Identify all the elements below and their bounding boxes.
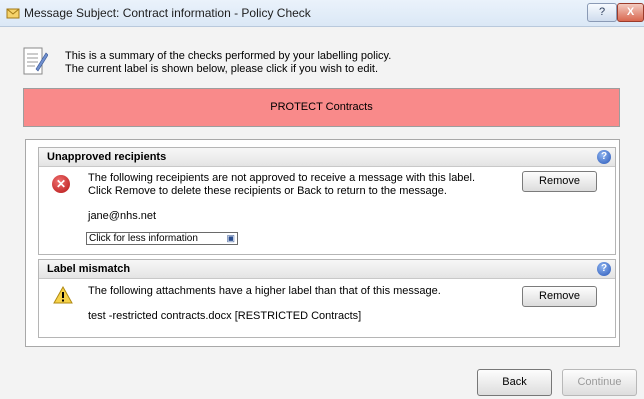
section-header: Label mismatch ? [39, 260, 615, 279]
label-mismatch-section: Label mismatch ? The following attachmen… [38, 259, 616, 338]
remove-recipients-button[interactable]: Remove [522, 171, 597, 192]
attachment-name: test -restricted contracts.docx [RESTRIC… [88, 310, 362, 322]
less-information-label: Click for less information [89, 233, 198, 244]
warning-icon [53, 286, 73, 304]
summary-text-line1: This is a summary of the checks performe… [65, 50, 392, 62]
window-title: Message Subject: Contract information - … [24, 6, 311, 20]
recipient-address: jane@nhs.net [88, 210, 157, 222]
section-message-line1: The following receipients are not approv… [88, 172, 476, 184]
section-header: Unapproved recipients ? [39, 148, 615, 167]
section-message-line2: Click Remove to delete these recipients … [88, 185, 447, 197]
summary-text-line2: The current label is shown below, please… [65, 63, 379, 75]
notepad-icon [23, 47, 48, 75]
current-label-banner[interactable]: PROTECT Contracts [23, 88, 620, 127]
help-icon[interactable]: ? [597, 262, 611, 276]
remove-attachments-button[interactable]: Remove [522, 286, 597, 307]
section-title: Label mismatch [47, 263, 131, 275]
continue-button[interactable]: Continue [562, 369, 637, 396]
back-button[interactable]: Back [477, 369, 552, 396]
title-bar: Message Subject: Contract information - … [0, 0, 644, 27]
help-icon[interactable]: ? [597, 150, 611, 164]
less-information-link[interactable]: Click for less information ▣ [86, 232, 238, 245]
section-message-line1: The following attachments have a higher … [88, 285, 441, 297]
envelope-icon [6, 8, 20, 19]
collapse-icon: ▣ [226, 233, 235, 243]
error-icon: ✕ [52, 175, 70, 193]
title-help-button[interactable]: ? [587, 3, 617, 22]
unapproved-recipients-section: Unapproved recipients ? ✕ The following … [38, 147, 616, 255]
section-title: Unapproved recipients [47, 151, 167, 163]
close-button[interactable]: X [617, 3, 644, 22]
